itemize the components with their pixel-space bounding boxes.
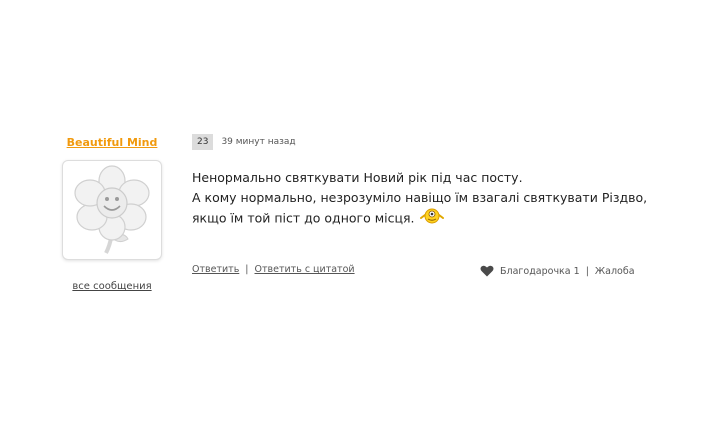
flower-avatar-icon	[74, 165, 150, 254]
post-actions: Ответить | Ответить с цитатой	[192, 264, 355, 275]
post-timestamp: 39 минут назад	[221, 137, 296, 147]
avatar[interactable]	[62, 160, 162, 260]
forum-post: Beautiful Mind все сообщения 23 39 минут…	[0, 0, 707, 433]
post-meta: 23 39 минут назад	[192, 134, 296, 150]
author-column: Beautiful Mind все сообщения	[56, 136, 168, 292]
reply-with-quote-link[interactable]: Ответить с цитатой	[255, 264, 355, 275]
post-body: Ненормально святкувати Новий рік під час…	[192, 168, 662, 230]
separator: |	[245, 264, 249, 275]
smiley-icon	[418, 208, 446, 230]
all-messages-link[interactable]: все сообщения	[56, 281, 168, 292]
post-number-badge[interactable]: 23	[192, 134, 214, 150]
complaint-link[interactable]: Жалоба	[595, 266, 635, 277]
post-text-line-last: якщо їм той піст до одного місця.	[192, 208, 662, 230]
post-feedback: Благодарочка 1 | Жалоба	[480, 265, 635, 277]
post-text: якщо їм той піст до одного місця.	[192, 210, 415, 226]
thanks-counter[interactable]: Благодарочка 1	[500, 266, 580, 277]
separator: |	[585, 265, 589, 277]
post-text-line: Ненормально святкувати Новий рік під час…	[192, 170, 523, 185]
author-name-link[interactable]: Beautiful Mind	[56, 136, 168, 149]
heart-icon[interactable]	[480, 265, 494, 277]
reply-link[interactable]: Ответить	[192, 264, 239, 275]
post-text-line: А кому нормально, незрозуміло навіщо їм …	[192, 190, 648, 205]
